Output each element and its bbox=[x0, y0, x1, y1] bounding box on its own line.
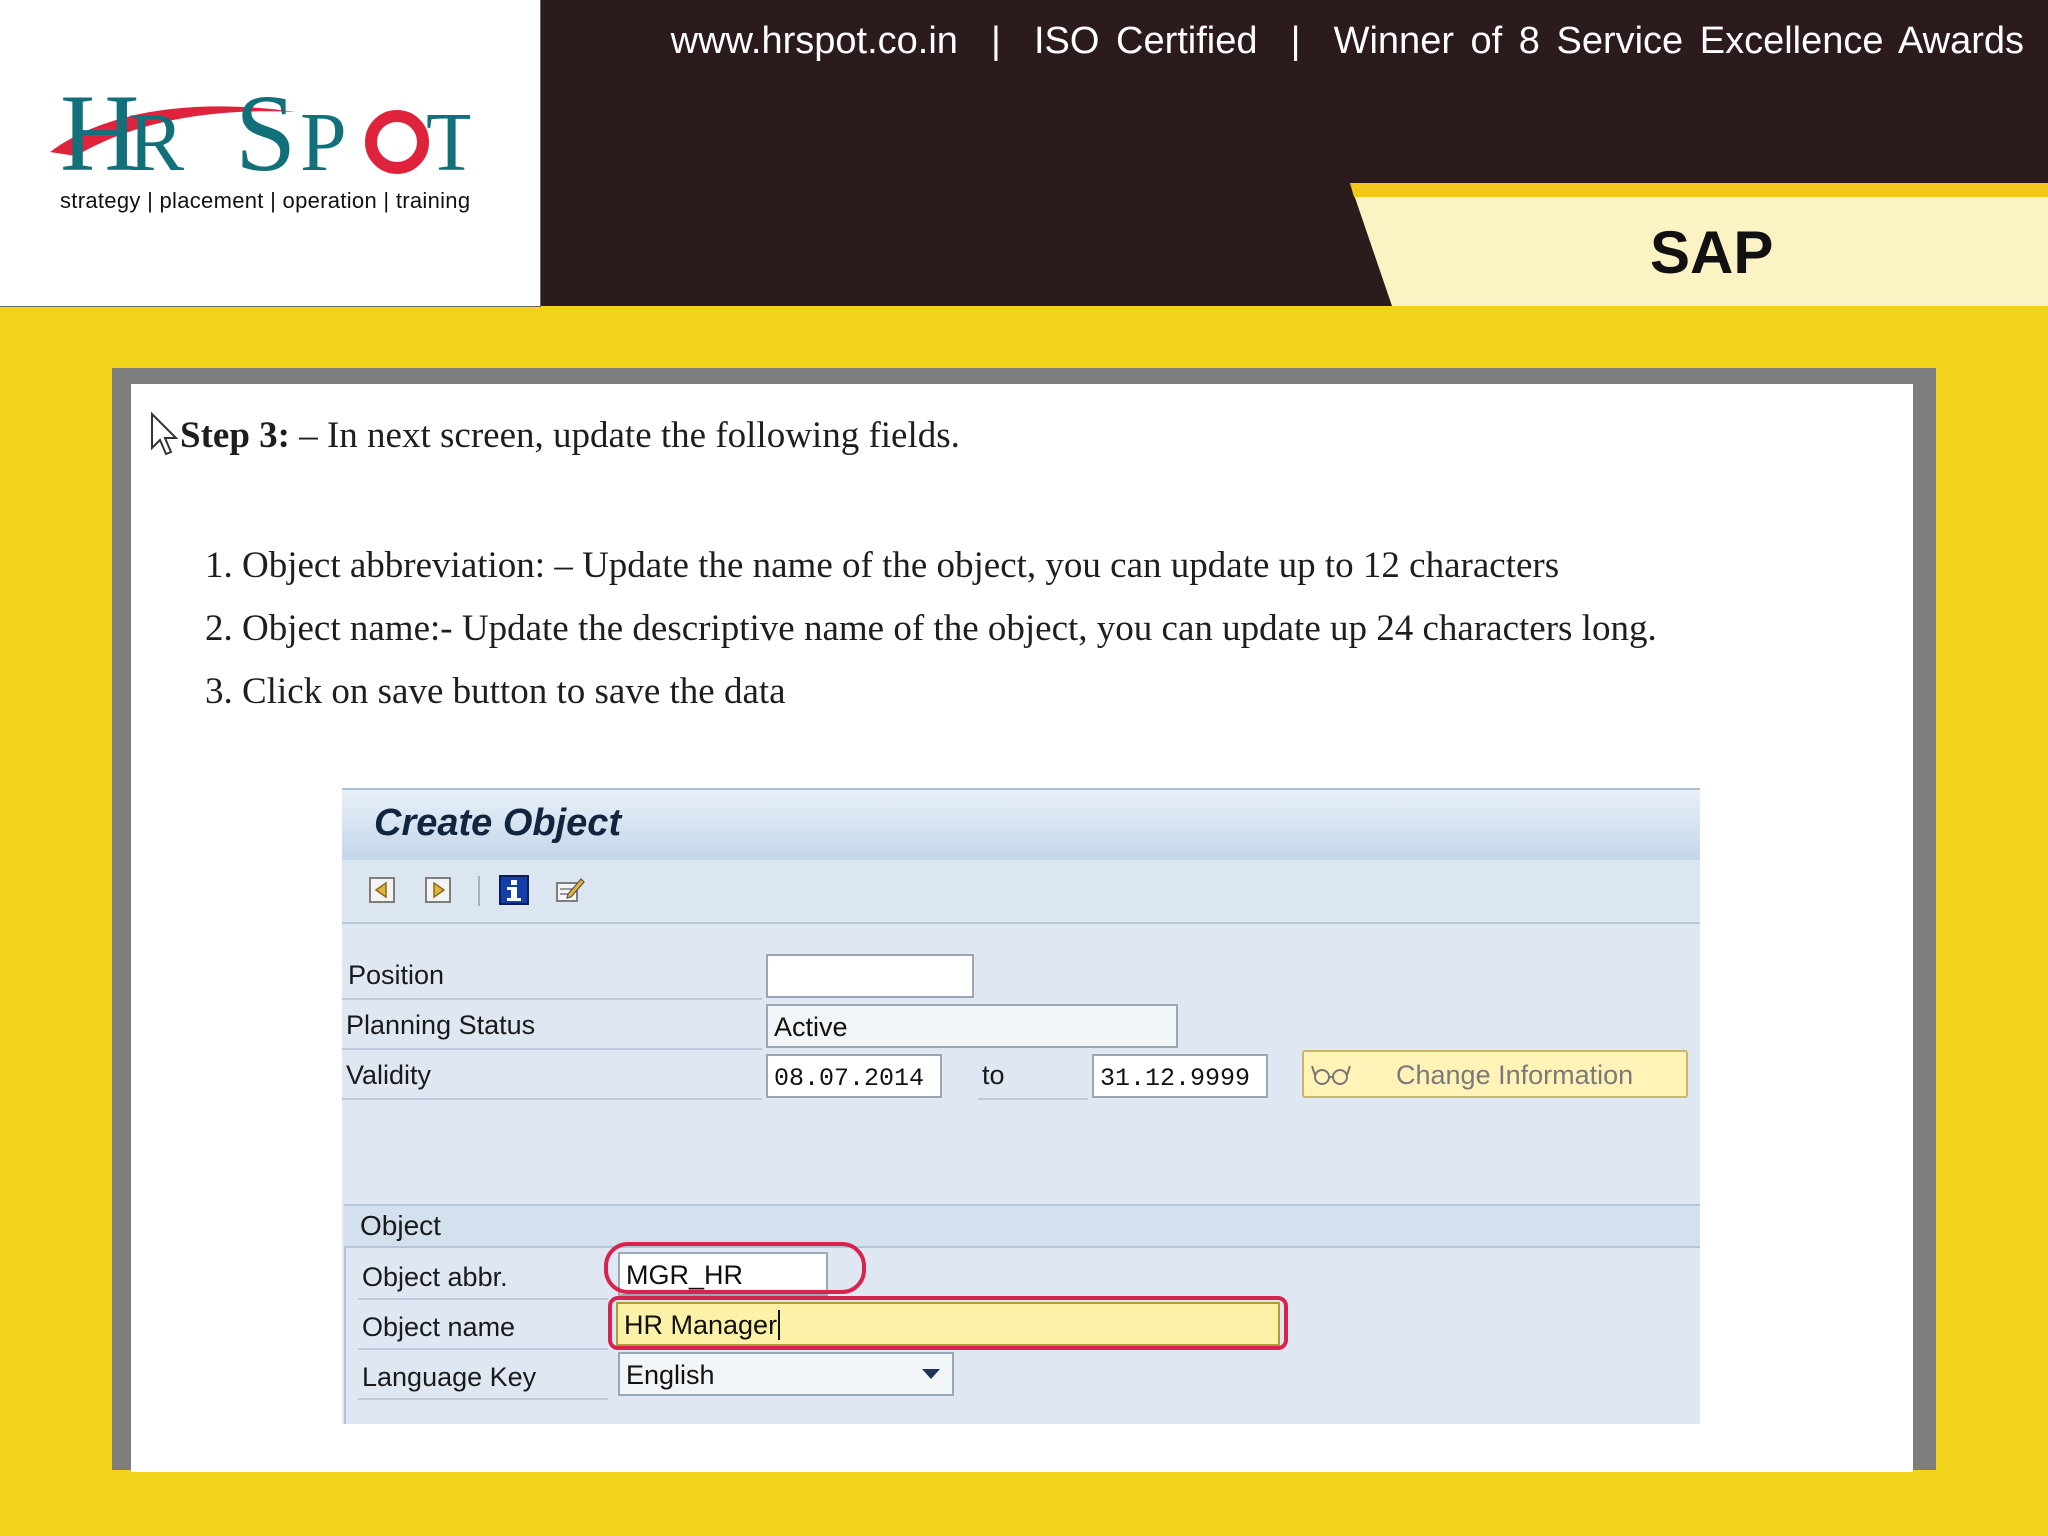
change-information-button[interactable]: Change Information bbox=[1302, 1050, 1688, 1098]
validity-to-field[interactable]: 31.12.9999 bbox=[1092, 1054, 1268, 1098]
row-divider bbox=[342, 1098, 762, 1100]
section-label: SAP bbox=[1650, 219, 1774, 286]
row-divider bbox=[978, 1098, 1088, 1100]
validity-label: Validity bbox=[346, 1060, 432, 1090]
mouse-cursor-icon bbox=[151, 412, 179, 456]
row-divider bbox=[358, 1298, 608, 1300]
planning-status-label: Planning Status bbox=[346, 1010, 536, 1040]
object-group-title: Object bbox=[360, 1210, 441, 1241]
svg-text:P: P bbox=[300, 96, 349, 189]
planning-status-field[interactable]: Active bbox=[766, 1004, 1178, 1048]
object-name-label: Object name bbox=[362, 1312, 516, 1342]
svg-text:T: T bbox=[426, 96, 470, 189]
chevron-down-icon[interactable] bbox=[922, 1369, 940, 1379]
svg-text:R: R bbox=[128, 96, 186, 189]
logo-panel: H R S P T strategy | placement | operati… bbox=[0, 0, 541, 307]
forward-icon[interactable] bbox=[422, 874, 454, 906]
sap-toolbar bbox=[342, 860, 1700, 924]
window-title: Create Object bbox=[374, 802, 622, 844]
toolbar-separator bbox=[478, 876, 480, 906]
header-contact-strip: www.hrspot.co.in | ISO Certified | Winne… bbox=[670, 20, 2024, 62]
language-key-value: English bbox=[626, 1360, 715, 1390]
language-key-label: Language Key bbox=[362, 1362, 537, 1392]
instruction-item: 2. Object name:- Update the descriptive … bbox=[205, 608, 1657, 649]
window-titlebar: Create Object bbox=[342, 788, 1700, 860]
position-field[interactable] bbox=[766, 954, 974, 998]
step-label: Step 3: bbox=[180, 415, 290, 456]
row-divider bbox=[342, 998, 762, 1000]
step-text: – In next screen, update the following f… bbox=[289, 415, 960, 456]
logo: H R S P T bbox=[50, 70, 477, 195]
change-information-label: Change Information bbox=[1396, 1060, 1634, 1090]
validity-from-field[interactable]: 08.07.2014 bbox=[766, 1054, 942, 1098]
hr-spot-logo-icon: H R S P T bbox=[60, 72, 477, 194]
glasses-icon bbox=[1311, 1065, 1351, 1085]
logo-tagline: strategy | placement | operation | train… bbox=[60, 188, 471, 213]
step-heading: Step 3: – In next screen, update the fol… bbox=[180, 414, 960, 457]
sap-create-object-window: Create Object Position Planning Status A… bbox=[342, 788, 1700, 1424]
row-divider bbox=[358, 1398, 608, 1400]
validity-to-label: to bbox=[982, 1060, 1005, 1090]
name-highlight-rect bbox=[608, 1296, 1288, 1350]
edit-icon[interactable] bbox=[554, 874, 586, 906]
position-label: Position bbox=[348, 960, 445, 990]
language-key-dropdown[interactable]: English bbox=[618, 1352, 954, 1396]
object-group-header: Object bbox=[344, 1204, 1700, 1248]
back-icon[interactable] bbox=[366, 874, 398, 906]
row-divider bbox=[358, 1348, 608, 1350]
instruction-item: 3. Click on save button to save the data bbox=[205, 671, 786, 712]
abbr-highlight-oval bbox=[604, 1242, 866, 1294]
info-icon[interactable] bbox=[498, 874, 530, 906]
row-divider bbox=[342, 1048, 762, 1050]
object-abbr-label: Object abbr. bbox=[362, 1262, 508, 1292]
instruction-item: 1. Object abbreviation: – Update the nam… bbox=[205, 545, 1560, 586]
svg-text:S: S bbox=[235, 72, 298, 194]
